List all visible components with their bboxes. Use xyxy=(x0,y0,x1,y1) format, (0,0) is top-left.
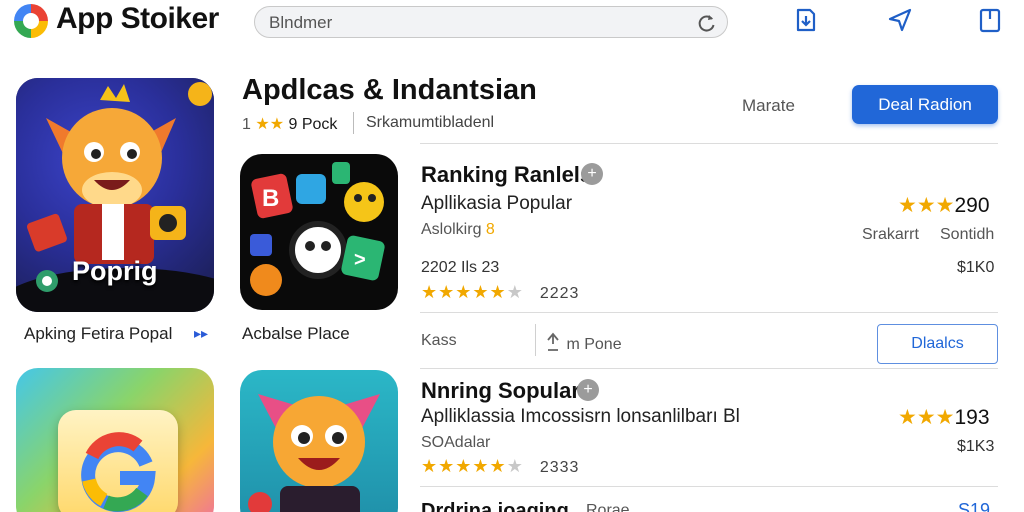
star-icon: ★★ xyxy=(255,116,285,133)
bookmark-icon[interactable] xyxy=(976,6,1004,34)
star-icon: ★★★ xyxy=(898,194,955,217)
section-divider xyxy=(420,143,998,144)
bar-mid-label[interactable]: m Pone xyxy=(544,332,622,354)
bar-left-label[interactable]: Kass xyxy=(421,332,457,350)
share-icon[interactable] xyxy=(792,6,820,34)
item-subtitle: Aplliklassia Imcossisrn lonsanlilbarı Bl xyxy=(421,406,740,427)
more-indicator-icon[interactable]: ▸▸ xyxy=(194,325,208,342)
search-input[interactable] xyxy=(269,12,669,34)
details-button[interactable]: Dlaalcs xyxy=(877,324,998,364)
item-meta: 2202 Ils 23 xyxy=(421,259,500,276)
mascot-cat-icon xyxy=(248,394,380,512)
section-developer[interactable]: Srkamumtibladenl xyxy=(366,114,494,132)
tile-label: Poprig xyxy=(72,256,158,286)
search-bar[interactable] xyxy=(254,6,728,38)
star-rating: ★★★★★★ 2223 xyxy=(421,282,579,303)
item-subtitle: Apllikasia Popular xyxy=(421,193,573,214)
rating-count: 2333 xyxy=(539,459,580,476)
item-title[interactable]: Ranking Ranlels xyxy=(421,162,592,188)
app-tile-cat[interactable] xyxy=(240,370,398,512)
games-collage-icon: B > xyxy=(250,162,385,296)
item-developer[interactable]: Aslolkirg 8 xyxy=(421,221,495,239)
star-empty-icon: ★ xyxy=(506,282,524,302)
star-empty-icon: ★ xyxy=(506,456,524,476)
rating-suffix: 9 Pock xyxy=(288,116,338,133)
star-icon: ★★★★★ xyxy=(421,282,507,302)
item-divider xyxy=(420,368,998,369)
app-logo-icon[interactable] xyxy=(14,4,48,38)
svg-text:>: > xyxy=(354,249,366,271)
star-rating: ★★★★★★ 2333 xyxy=(421,456,579,477)
refresh-icon[interactable] xyxy=(697,13,717,33)
bar-divider xyxy=(535,324,536,356)
app-tile-games[interactable]: B > xyxy=(240,154,398,310)
item-price: $1K0 xyxy=(957,259,995,276)
app-tile-popular[interactable]: Poprig xyxy=(16,78,214,312)
item-title[interactable]: Nnring Sopular xyxy=(421,378,580,404)
rating-prefix: 1 xyxy=(242,116,251,133)
pin-icon xyxy=(547,332,559,351)
rating-count: 2223 xyxy=(539,285,580,302)
item-subtitle: Rorae xyxy=(586,502,630,512)
section-title: Apdlcas & Indantsian xyxy=(242,74,537,106)
item-divider xyxy=(420,486,998,487)
star-icon: ★★★ xyxy=(898,406,955,429)
rating-value: 193 xyxy=(954,406,990,429)
bar-mid-text: m Pone xyxy=(566,336,622,353)
item-right-rating: ★★★290 xyxy=(898,193,990,218)
item-right-label: Srakarrt xyxy=(862,226,919,243)
plus-badge-icon[interactable]: + xyxy=(581,163,603,185)
developer-mark: 8 xyxy=(485,221,495,238)
tile-caption[interactable]: Acbalse Place xyxy=(242,324,350,344)
item-title[interactable]: Drdrina ioaging xyxy=(421,500,569,512)
g-logo-icon xyxy=(81,432,156,512)
section-rating: 1 ★★ 9 Pock xyxy=(242,114,337,134)
item-right-rating: ★★★193 xyxy=(898,405,990,430)
star-icon: ★★★★★ xyxy=(421,456,507,476)
send-icon[interactable] xyxy=(886,6,914,34)
item-price: $1K3 xyxy=(957,438,995,455)
app-tile-google[interactable] xyxy=(16,368,214,512)
app-title: App Stoiker xyxy=(56,2,219,35)
deal-button[interactable]: Deal Radion xyxy=(852,85,998,124)
tile-caption[interactable]: Apking Fetira Popal xyxy=(24,324,172,344)
item-right-label: Sontidh xyxy=(940,226,995,243)
item-divider xyxy=(420,312,998,313)
plus-badge-icon[interactable]: + xyxy=(577,379,599,401)
more-link[interactable]: Marate xyxy=(742,96,795,116)
meta-divider xyxy=(353,112,354,134)
rating-value: 290 xyxy=(954,194,990,217)
chat-bubble-icon xyxy=(36,270,58,292)
item-price[interactable]: S19 xyxy=(958,500,990,512)
svg-text:B: B xyxy=(262,185,279,212)
developer-name: Aslolkirg xyxy=(421,221,482,238)
item-developer[interactable]: SOAdalar xyxy=(421,434,490,452)
